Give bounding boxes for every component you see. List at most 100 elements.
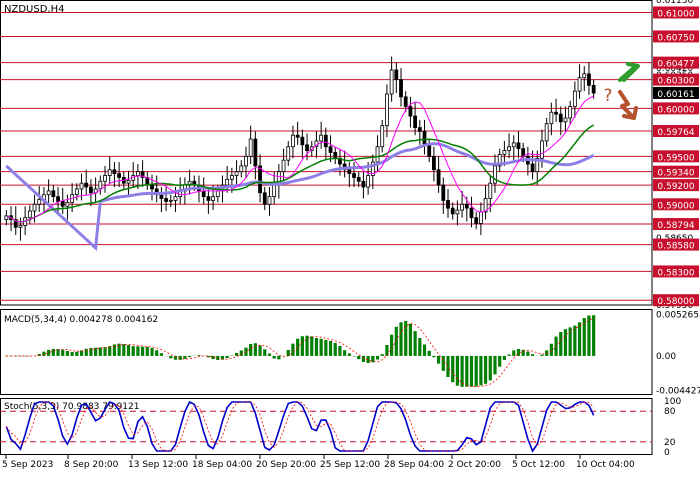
level-tag-label: 0.60300: [657, 77, 694, 87]
arrow-up-icon: [618, 62, 640, 82]
candle-body: [168, 200, 173, 202]
candle-body: [464, 203, 469, 209]
macd-bar: [89, 348, 93, 356]
macd-bar: [530, 354, 535, 356]
macd-bar: [310, 336, 314, 356]
candle-body: [460, 203, 464, 211]
candle-body: [56, 196, 60, 202]
macd-bar: [338, 346, 342, 356]
candle-body: [507, 146, 511, 151]
macd-bar: [286, 349, 290, 356]
macd-panel[interactable]: MACD(5,34,4) 0.004278 0.004162 0.005265 0.…: [0, 309, 700, 397]
time-axis-label: 10 Oct 04:00: [576, 460, 635, 470]
candle-body: [432, 155, 436, 171]
macd-title: MACD(5,34,4) 0.004278 0.004162: [4, 315, 158, 325]
price-axis-label: 0.61130: [656, 0, 693, 6]
macd-bar: [244, 347, 248, 356]
candle-body: [234, 171, 239, 176]
price-panel[interactable]: 0.611300.604200.603500.597640.586500.579…: [0, 0, 699, 311]
candle-body: [356, 177, 361, 182]
macd-bar: [249, 343, 253, 356]
candle-body: [417, 127, 422, 132]
arrow-down-icon: [618, 90, 638, 120]
macd-bar: [427, 350, 431, 356]
macd-bar: [408, 323, 413, 356]
macd-bar: [84, 348, 88, 356]
ma-slow-line: [5, 142, 595, 252]
candle-body: [51, 190, 56, 198]
candle-body: [446, 200, 450, 209]
macd-bar: [540, 354, 544, 356]
macd-bar: [422, 344, 427, 356]
candle-body: [46, 190, 51, 196]
candle-body: [361, 180, 366, 188]
candle-body: [267, 196, 272, 205]
macd-bar: [296, 338, 300, 356]
macd-bar: [272, 355, 276, 359]
macd-bar: [136, 346, 140, 356]
candle-body: [587, 73, 591, 86]
level-tag-label: 0.58000: [657, 297, 694, 307]
candle-body: [469, 207, 474, 219]
candle-body: [558, 113, 563, 123]
candle-body: [375, 146, 380, 163]
candle-body: [403, 96, 408, 107]
candle-body: [229, 175, 234, 180]
macd-bar: [126, 345, 131, 356]
candle-body: [572, 90, 577, 107]
candle-body: [352, 173, 356, 178]
macd-bar: [399, 322, 403, 356]
macd-axis-label: 0.005265: [656, 311, 699, 321]
candle-body: [248, 138, 253, 157]
macd-bar: [455, 355, 459, 386]
candle-body: [549, 111, 554, 125]
stoch-axis-label: 20: [664, 438, 676, 448]
candle-body: [173, 196, 178, 201]
macd-bar: [145, 346, 149, 356]
candle-body: [328, 146, 333, 153]
macd-bar: [563, 329, 568, 356]
macd-bar: [493, 355, 497, 375]
level-tag-label: 0.59200: [657, 182, 694, 192]
candle-body: [117, 173, 122, 178]
candle-body: [60, 201, 65, 207]
macd-bar: [390, 334, 394, 356]
stochastic-panel[interactable]: Stoch(5,3,3) 70.9883 79.9121 10080200: [0, 397, 681, 458]
current-price-label: 0.60161: [657, 90, 694, 100]
macd-bar: [314, 337, 319, 356]
macd-bar: [498, 355, 502, 367]
stoch-axis-label: 0: [664, 448, 670, 458]
candle-body: [74, 188, 79, 196]
candle-body: [286, 146, 291, 161]
macd-bar: [150, 348, 154, 356]
macd-bar: [573, 325, 577, 356]
candle-body: [413, 115, 418, 128]
macd-bar: [155, 350, 159, 356]
macd-bar: [70, 351, 74, 356]
candle-body: [474, 217, 479, 224]
time-axis-label: 5 Oct 12:00: [512, 460, 565, 470]
candle-body: [436, 169, 441, 186]
macd-bar: [277, 355, 281, 360]
level-tag-label: 0.59500: [657, 153, 694, 163]
candle-body: [27, 210, 32, 219]
macd-bar: [460, 355, 464, 387]
candle-body: [347, 169, 352, 175]
macd-bar: [319, 338, 323, 356]
candle-body: [516, 142, 521, 150]
macd-bar: [577, 322, 582, 356]
macd-bar: [375, 355, 380, 360]
macd-bar: [446, 355, 450, 378]
candle-body: [65, 201, 70, 207]
macd-bar: [61, 349, 65, 356]
candle-body: [79, 182, 84, 190]
trading-chart[interactable]: 0.611300.604200.603500.597640.586500.579…: [0, 0, 700, 500]
stoch-axis-label: 80: [664, 407, 676, 417]
macd-bar: [394, 326, 398, 356]
time-axis-label: 13 Sep 12:00: [128, 460, 188, 470]
level-tag-label: 0.58794: [657, 221, 694, 231]
candle-body: [32, 203, 37, 212]
candle-body: [399, 79, 403, 98]
candle-body: [295, 134, 300, 138]
macd-bar: [159, 353, 163, 356]
